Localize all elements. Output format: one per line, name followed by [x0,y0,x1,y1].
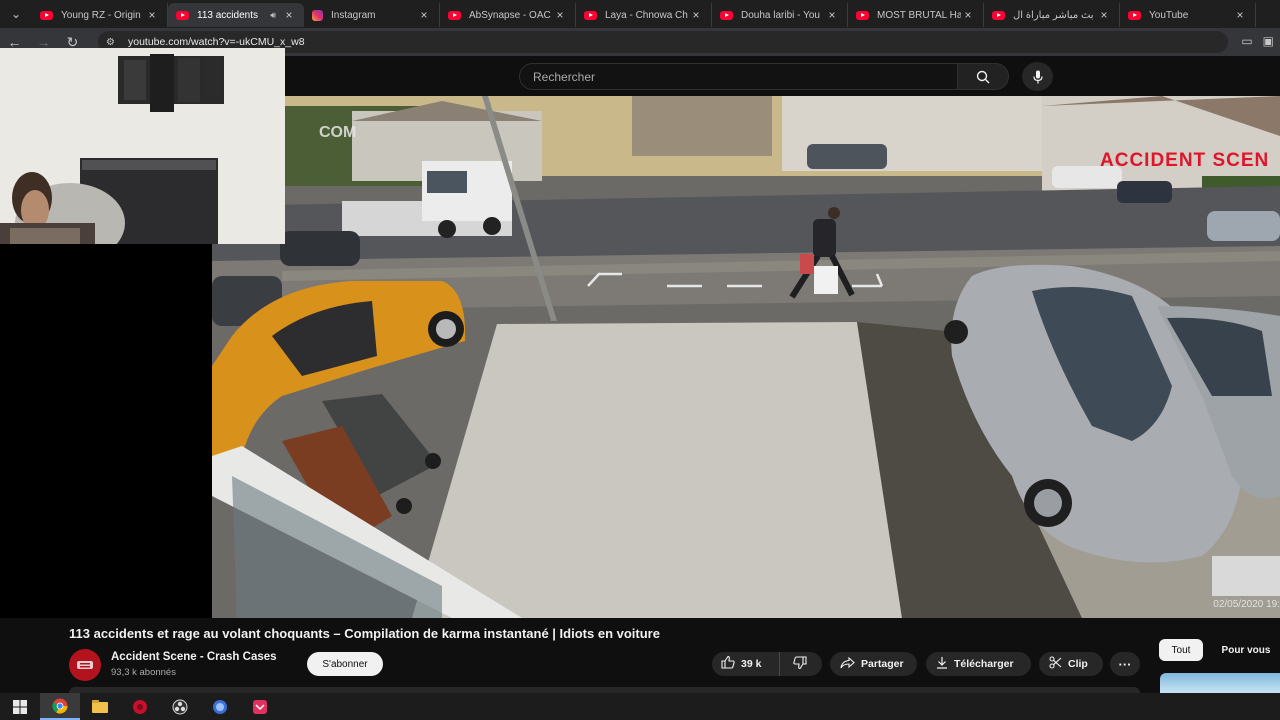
search-icon [976,70,990,83]
channel-logo-icon [77,661,93,669]
video-overlay-watermark: COM [319,124,357,141]
tab-audio-icon[interactable]: 🔊︎ [270,10,276,21]
tab-title: AbSynapse - OAC [469,9,551,21]
share-arrow-icon [840,656,855,672]
search-placeholder: Rechercher [533,69,596,84]
tab-close-icon[interactable]: × [1097,8,1111,22]
youtube-favicon-icon [1128,10,1141,20]
screenshot-icon[interactable]: ▣ [1263,34,1274,48]
youtube-favicon-icon [584,10,597,20]
more-dots-icon: ··· [1118,656,1132,672]
windows-start-icon[interactable] [0,693,40,720]
browser-tab[interactable]: AbSynapse - OAC × [440,3,576,27]
address-bar-actions: ▭ ▣ [1241,34,1274,48]
url-text: youtube.com/watch?v=-ukCMU_x_w8 [128,36,305,48]
video-player[interactable]: COM ACCIDENT SCEN 02/05/2020 19: [212,96,1280,618]
windows-taskbar [0,693,1280,720]
browser-tab[interactable]: MOST BRUTAL Ha × [848,3,984,27]
channel-avatar[interactable] [69,649,101,681]
tab-close-icon[interactable]: × [961,8,975,22]
download-button[interactable]: Télécharger [926,652,1031,676]
youtube-favicon-icon [448,10,461,20]
tab-title: Douha laribi - You [741,9,820,21]
instagram-favicon-icon [312,9,323,21]
obs-taskbar-icon[interactable] [160,693,200,720]
tab-title: MOST BRUTAL Ha [877,9,961,21]
tab-title: Instagram [331,9,376,21]
tab-title: بث مباشر مباراة ال [1013,9,1094,21]
tab-close-icon[interactable]: × [417,8,431,22]
browser-tab[interactable]: Douha laribi - You × [712,3,848,27]
like-button[interactable]: 39 k [712,652,780,676]
file-explorer-icon[interactable] [80,693,120,720]
youtube-favicon-icon [720,10,733,20]
filter-chip-for-you[interactable]: Pour vous [1212,639,1280,661]
cast-icon[interactable]: ▭ [1241,34,1252,48]
scissors-icon [1049,656,1062,672]
browser-tab-bar: ⌄ Young RZ - Origin × 113 accidents 🔊︎ × Inst… [0,0,1280,28]
blue-app-taskbar-icon[interactable] [200,693,240,720]
chrome-taskbar-icon[interactable] [40,693,80,720]
share-label: Partager [861,658,904,670]
like-count: 39 k [741,658,762,670]
channel-name[interactable]: Accident Scene - Crash Cases [111,651,277,663]
video-frame-scene [212,96,1280,618]
youtube-favicon-icon [856,10,869,20]
recommended-video-thumbnail[interactable] [1160,673,1280,693]
more-actions-button[interactable]: ··· [1110,652,1140,676]
tab-search-chevron-icon[interactable]: ⌄ [0,0,32,28]
thumbs-down-icon [793,656,807,672]
youtube-favicon-icon [40,10,53,20]
voice-search-button[interactable] [1022,62,1053,91]
site-info-icon[interactable]: ⚙ [106,37,120,48]
download-icon [936,656,948,672]
subscribe-button[interactable]: S'abonner [307,652,383,676]
browser-tab[interactable]: Laya - Chnowa Ch × [576,3,712,27]
tab-title: Young RZ - Origin [61,9,141,21]
video-overlay-timestamp: 02/05/2020 19: [1213,599,1280,610]
download-label: Télécharger [954,658,1014,670]
tab-title: 113 accidents [197,9,258,21]
clip-label: Clip [1068,658,1088,670]
webcam-overlay [0,48,285,244]
youtube-favicon-icon [992,10,1005,20]
microphone-icon [1032,70,1043,83]
tab-title: Laya - Chnowa Ch [605,9,688,21]
browser-tab[interactable]: YouTube × [1120,3,1256,27]
video-overlay-channel-tag: ACCIDENT SCEN [1100,150,1270,171]
youtube-favicon-icon [176,10,189,20]
video-title: 113 accidents et rage au volant choquant… [69,626,660,641]
tab-close-icon[interactable]: × [1233,8,1247,22]
search-input[interactable]: Rechercher [519,63,957,90]
tab-close-icon[interactable]: × [689,8,703,22]
tab-close-icon[interactable]: × [282,8,296,22]
tab-close-icon[interactable]: × [825,8,839,22]
dislike-button[interactable] [780,656,820,672]
tab-title: YouTube [1149,9,1189,21]
share-button[interactable]: Partager [830,652,917,676]
subscriber-count: 93,3 k abonnés [111,667,176,678]
tab-close-icon[interactable]: × [145,8,159,22]
browser-tab[interactable]: Young RZ - Origin × [32,3,168,27]
browser-tab[interactable]: Instagram × [304,3,440,27]
filter-chip-all[interactable]: Tout [1159,639,1203,661]
browser-tab[interactable]: بث مباشر مباراة ال × [984,3,1120,27]
like-dislike-group: 39 k [712,652,822,676]
player-letterbox [0,244,212,618]
thumbs-up-icon [721,655,735,672]
clip-button[interactable]: Clip [1039,652,1103,676]
search-button[interactable] [957,63,1009,90]
browser-tab[interactable]: 113 accidents 🔊︎ × [168,3,304,27]
tab-close-icon[interactable]: × [553,8,567,22]
webcam-scene [0,48,285,244]
tabs-container: Young RZ - Origin × 113 accidents 🔊︎ × Instag… [32,1,1256,27]
pink-app-taskbar-icon[interactable] [240,693,280,720]
red-app-taskbar-icon[interactable] [120,693,160,720]
